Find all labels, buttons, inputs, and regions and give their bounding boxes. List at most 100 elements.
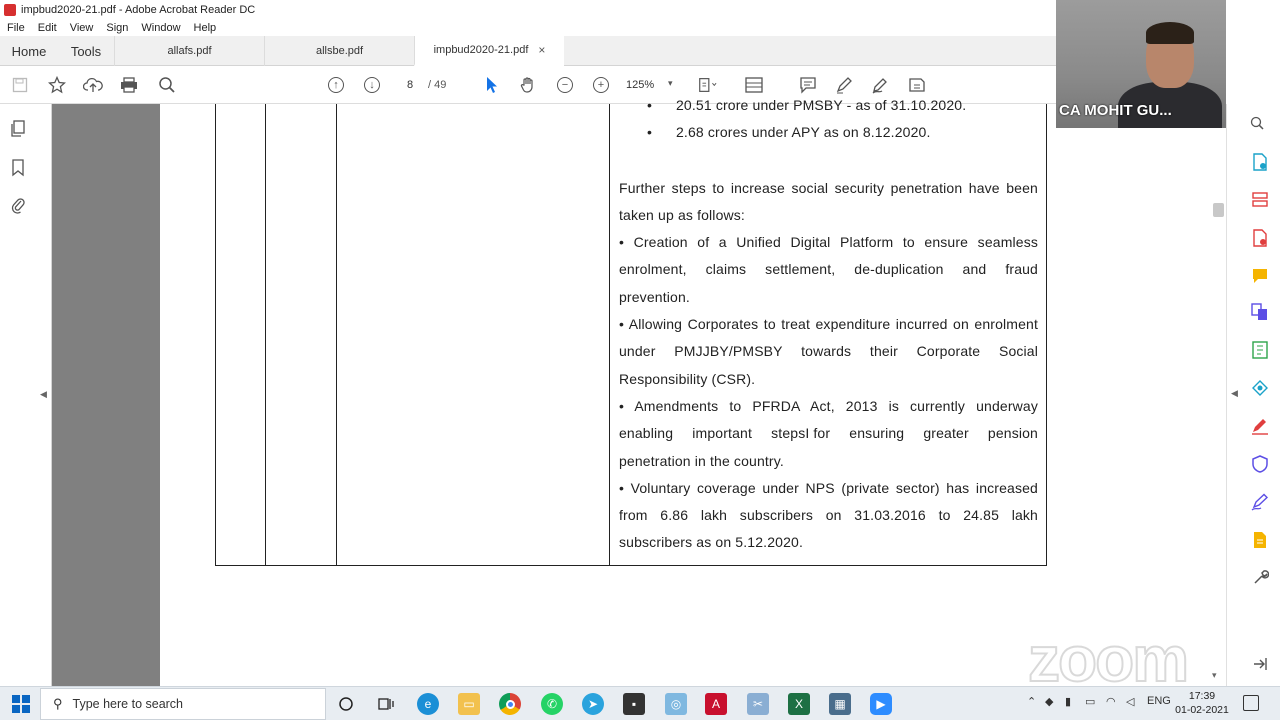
screen: impbud2020-21.pdf - Adobe Acrobat Reader… (0, 0, 1280, 720)
hand-tool-icon[interactable] (518, 75, 538, 95)
tab-file-allafs[interactable]: allafs.pdf (114, 36, 264, 66)
menu-sign[interactable]: Sign (106, 22, 128, 34)
whatsapp-icon[interactable]: ✆ (541, 693, 563, 715)
menu-window[interactable]: Window (141, 22, 180, 34)
next-page-icon[interactable]: ↓ (362, 75, 382, 95)
taskbar-search-box[interactable]: ⚲ Type here to search (40, 688, 326, 720)
left-navigation-panel: ◀ (0, 104, 52, 686)
microphone-icon[interactable]: ▮ (1065, 695, 1071, 708)
page-number-input[interactable]: 8 (396, 75, 424, 95)
scan-ocr-icon[interactable] (1250, 378, 1270, 398)
pdf-page: • 20.51 crore under PMSBY - as of 31.10.2… (160, 97, 1103, 686)
menu-view[interactable]: View (70, 22, 94, 34)
chevron-down-icon[interactable]: ▾ (668, 78, 673, 89)
export-pdf-icon[interactable] (1250, 152, 1270, 172)
protect-icon[interactable] (1250, 454, 1270, 474)
volume-icon[interactable]: ◁ (1126, 695, 1134, 708)
attachment-icon[interactable] (9, 196, 27, 214)
title-bar: impbud2020-21.pdf - Adobe Acrobat Reader… (0, 0, 1056, 20)
document-viewer[interactable]: • 20.51 crore under PMSBY - as of 31.10.2… (52, 97, 1103, 686)
participant-name: CA MOHIT GU... (1059, 102, 1172, 119)
calculator-icon[interactable]: ▦ (829, 693, 851, 715)
save-icon[interactable] (10, 75, 30, 95)
expand-panel-icon[interactable]: ◀ (40, 389, 47, 400)
create-pdf-icon[interactable] (1250, 228, 1270, 248)
zoom-watermark: zoom (1027, 622, 1190, 696)
star-icon[interactable] (47, 75, 67, 95)
window-title: impbud2020-21.pdf - Adobe Acrobat Reader… (21, 4, 256, 16)
request-signature-icon[interactable] (1250, 492, 1270, 512)
person-hair (1146, 22, 1194, 44)
clock-date: 01-02-2021 (1175, 704, 1229, 716)
windows-taskbar: ⚲ Type here to search e ▭ ✆ ➤ ▪ ◎ A ✂ X … (0, 686, 1280, 720)
menu-edit[interactable]: Edit (38, 22, 57, 34)
task-view-icon[interactable] (375, 693, 397, 715)
tab-file-allsbe[interactable]: allsbe.pdf (264, 36, 414, 66)
previous-page-icon[interactable]: ↑ (326, 75, 346, 95)
table-cell-content: • 20.51 crore under PMSBY - as of 31.10.2… (619, 92, 1038, 557)
edit-pdf-icon[interactable] (1250, 340, 1270, 360)
bookmark-icon[interactable] (9, 159, 27, 177)
list-item: • 2.68 crores under APY as on 8.12.2020. (647, 124, 931, 141)
paragraph: • Voluntary coverage under NPS (private … (619, 479, 1038, 551)
chrome-icon[interactable] (499, 693, 521, 715)
comment-tool-icon[interactable] (1250, 266, 1270, 286)
tab-file-impbud[interactable]: impbud2020-21.pdf × (414, 36, 564, 66)
snipping-tool-icon[interactable]: ✂ (747, 693, 769, 715)
edge-browser-icon[interactable]: e (417, 693, 439, 715)
send-for-review-icon[interactable] (1250, 530, 1270, 550)
vertical-scrollbar[interactable]: ▾ (1209, 130, 1226, 686)
table-column-divider (336, 104, 337, 565)
tab-label: allafs.pdf (167, 45, 212, 57)
excel-icon[interactable]: X (788, 693, 810, 715)
find-icon[interactable] (1250, 116, 1264, 133)
close-icon[interactable]: × (538, 43, 545, 57)
file-explorer-icon[interactable]: ▭ (458, 693, 480, 715)
page-total: / 49 (428, 79, 447, 91)
system-clock[interactable]: 17:39 01-02-2021 (1174, 689, 1230, 717)
paragraph: • Amendments to PFRDA Act, 2013 is curre… (619, 397, 1038, 469)
search-icon[interactable] (157, 75, 177, 95)
zoom-in-icon[interactable]: + (591, 75, 611, 95)
organize-pages-icon[interactable] (1250, 190, 1270, 210)
chevron-down-icon[interactable]: ▾ (1212, 670, 1217, 681)
menu-file[interactable]: File (7, 22, 25, 34)
tab-tools[interactable]: Tools (58, 36, 114, 66)
cortana-icon[interactable] (335, 693, 357, 715)
webcam-video: CA MOHIT GU... (1056, 0, 1226, 128)
more-tools-icon[interactable] (1250, 568, 1270, 588)
page-thumbnails-icon[interactable] (9, 120, 27, 138)
upload-cloud-icon[interactable] (83, 75, 103, 95)
dropbox-icon[interactable]: ◆ (1045, 695, 1053, 708)
select-cursor-icon[interactable] (482, 75, 502, 95)
battery-icon[interactable]: ▭ (1085, 695, 1095, 708)
zoom-app-icon[interactable]: ▶ (870, 693, 892, 715)
clock-time: 17:39 (1188, 690, 1216, 702)
tab-label: allsbe.pdf (315, 45, 364, 57)
telegram-icon[interactable]: ➤ (582, 693, 604, 715)
search-placeholder: Type here to search (72, 697, 184, 711)
paragraph: Further steps to increase social securit… (619, 179, 1038, 223)
browser-icon[interactable]: ◎ (665, 693, 687, 715)
collapse-right-panel-icon[interactable] (1250, 654, 1270, 674)
menu-bar: File Edit View Sign Window Help (0, 20, 1056, 36)
app-icon[interactable]: ▪ (623, 693, 645, 715)
zoom-out-icon[interactable]: − (555, 75, 575, 95)
scrollbar-thumb[interactable] (1213, 203, 1224, 217)
tab-home[interactable]: Home (0, 36, 58, 66)
tab-bar: Home Tools allafs.pdf allsbe.pdf impbud2… (0, 36, 1056, 66)
windows-start-icon[interactable] (12, 695, 30, 713)
table-column-divider (609, 104, 610, 565)
print-icon[interactable] (119, 75, 139, 95)
input-language[interactable]: ENG (1147, 695, 1171, 707)
list-item: • 20.51 crore under PMSBY - as of 31.10.2… (647, 97, 967, 113)
document-table: • 20.51 crore under PMSBY - as of 31.10.2… (215, 97, 1047, 566)
collapse-panel-icon[interactable]: ◀ (1231, 388, 1238, 399)
combine-files-icon[interactable] (1250, 302, 1270, 322)
chevron-up-icon[interactable]: ⌃ (1027, 695, 1036, 708)
fill-and-sign-icon[interactable] (1250, 416, 1270, 436)
notification-center-icon[interactable] (1243, 695, 1259, 711)
menu-help[interactable]: Help (194, 22, 217, 34)
acrobat-taskbar-icon[interactable]: A (705, 693, 727, 715)
wifi-icon[interactable]: ◠ (1106, 695, 1116, 708)
